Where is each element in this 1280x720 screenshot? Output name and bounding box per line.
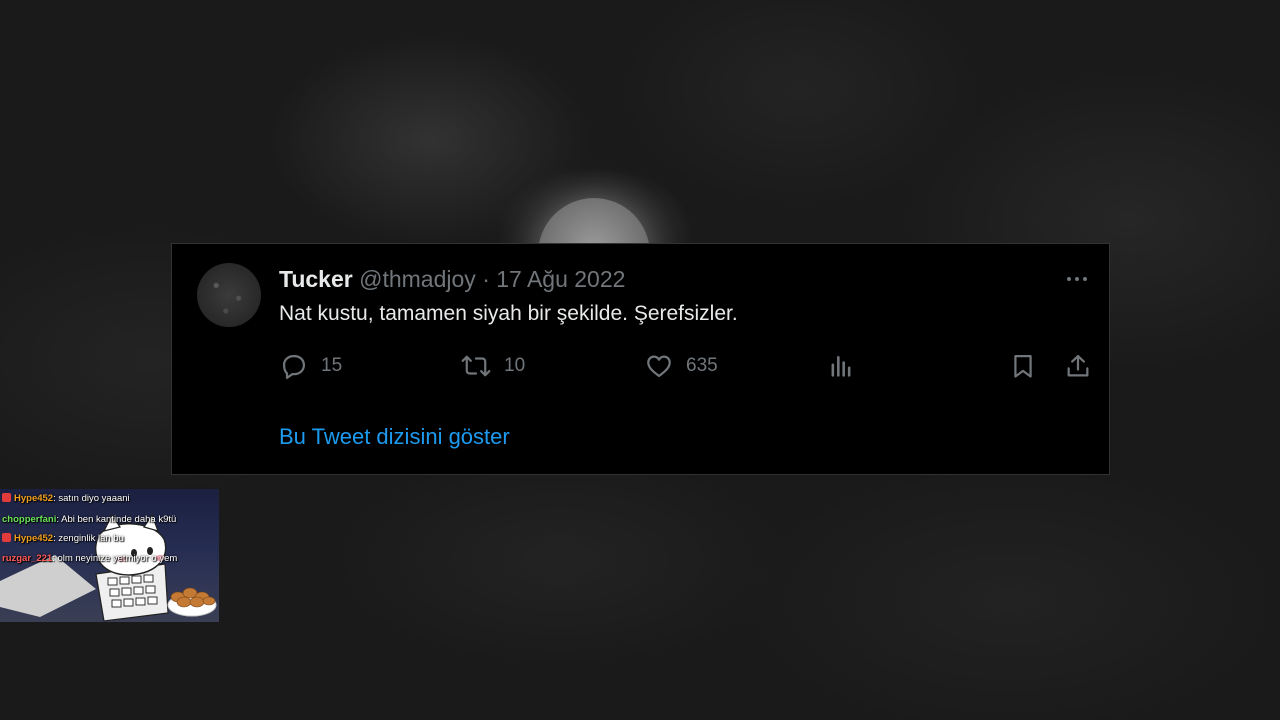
user-handle[interactable]: @thmadjoy xyxy=(359,266,476,292)
like-count: 635 xyxy=(686,355,718,376)
avatar[interactable] xyxy=(197,263,261,327)
views-icon xyxy=(831,355,851,377)
show-thread-link[interactable]: Bu Tweet dizisini göster xyxy=(279,424,510,450)
bookmark-icon xyxy=(1014,354,1032,378)
chat-username: Hype452 xyxy=(14,493,54,504)
tweet-header: Tucker @thmadjoy · 17 Ağu 2022 xyxy=(279,266,625,293)
reply-icon xyxy=(282,354,306,380)
chat-message: chopperfani: Abi ben kantinde daha k9tü xyxy=(2,514,176,525)
like-icon xyxy=(647,355,671,378)
tweet-card[interactable]: Tucker @thmadjoy · 17 Ağu 2022 Nat kustu… xyxy=(171,243,1110,475)
chat-text: : olm neyinize yetmiyor o yem xyxy=(52,553,178,564)
share-icon xyxy=(1067,354,1089,377)
chat-text: : satın diyo yaaani xyxy=(53,493,130,504)
reply-count: 15 xyxy=(321,355,343,376)
chat-text: : zenginlik lan bu xyxy=(53,533,124,544)
retweet-icon xyxy=(461,355,491,377)
chat-username: Hype452 xyxy=(14,533,54,544)
chat-badge-icon xyxy=(2,493,11,502)
chat-username: ruzgar_221 xyxy=(2,553,53,564)
chat-message: Hype452: satın diyo yaaani xyxy=(2,493,130,504)
bookmark-button[interactable] xyxy=(1009,350,1037,382)
header-separator: · xyxy=(482,266,490,292)
tweet-date[interactable]: 17 Ağu 2022 xyxy=(496,266,625,292)
stream-chat-overlay: Hype452: satın diyo yaaani chopperfani: … xyxy=(0,489,219,622)
chat-message: ruzgar_221: olm neyinize yetmiyor o yem xyxy=(2,553,177,564)
display-name[interactable]: Tucker xyxy=(279,266,353,292)
retweet-button[interactable]: 10 xyxy=(461,350,525,382)
like-button[interactable]: 635 xyxy=(645,350,718,382)
chat-badge-icon xyxy=(2,533,11,542)
views-button[interactable] xyxy=(827,350,855,382)
chat-message: Hype452: zenginlik lan bu xyxy=(2,533,124,544)
reply-button[interactable]: 15 xyxy=(280,350,342,382)
retweet-count: 10 xyxy=(504,355,526,376)
more-icon[interactable] xyxy=(1065,271,1089,287)
tweet-text: Nat kustu, tamamen siyah bir şekilde. Şe… xyxy=(279,302,738,325)
chat-text: : Abi ben kantinde daha k9tü xyxy=(56,514,177,525)
share-button[interactable] xyxy=(1064,350,1092,382)
chat-username: chopperfani xyxy=(2,514,57,525)
